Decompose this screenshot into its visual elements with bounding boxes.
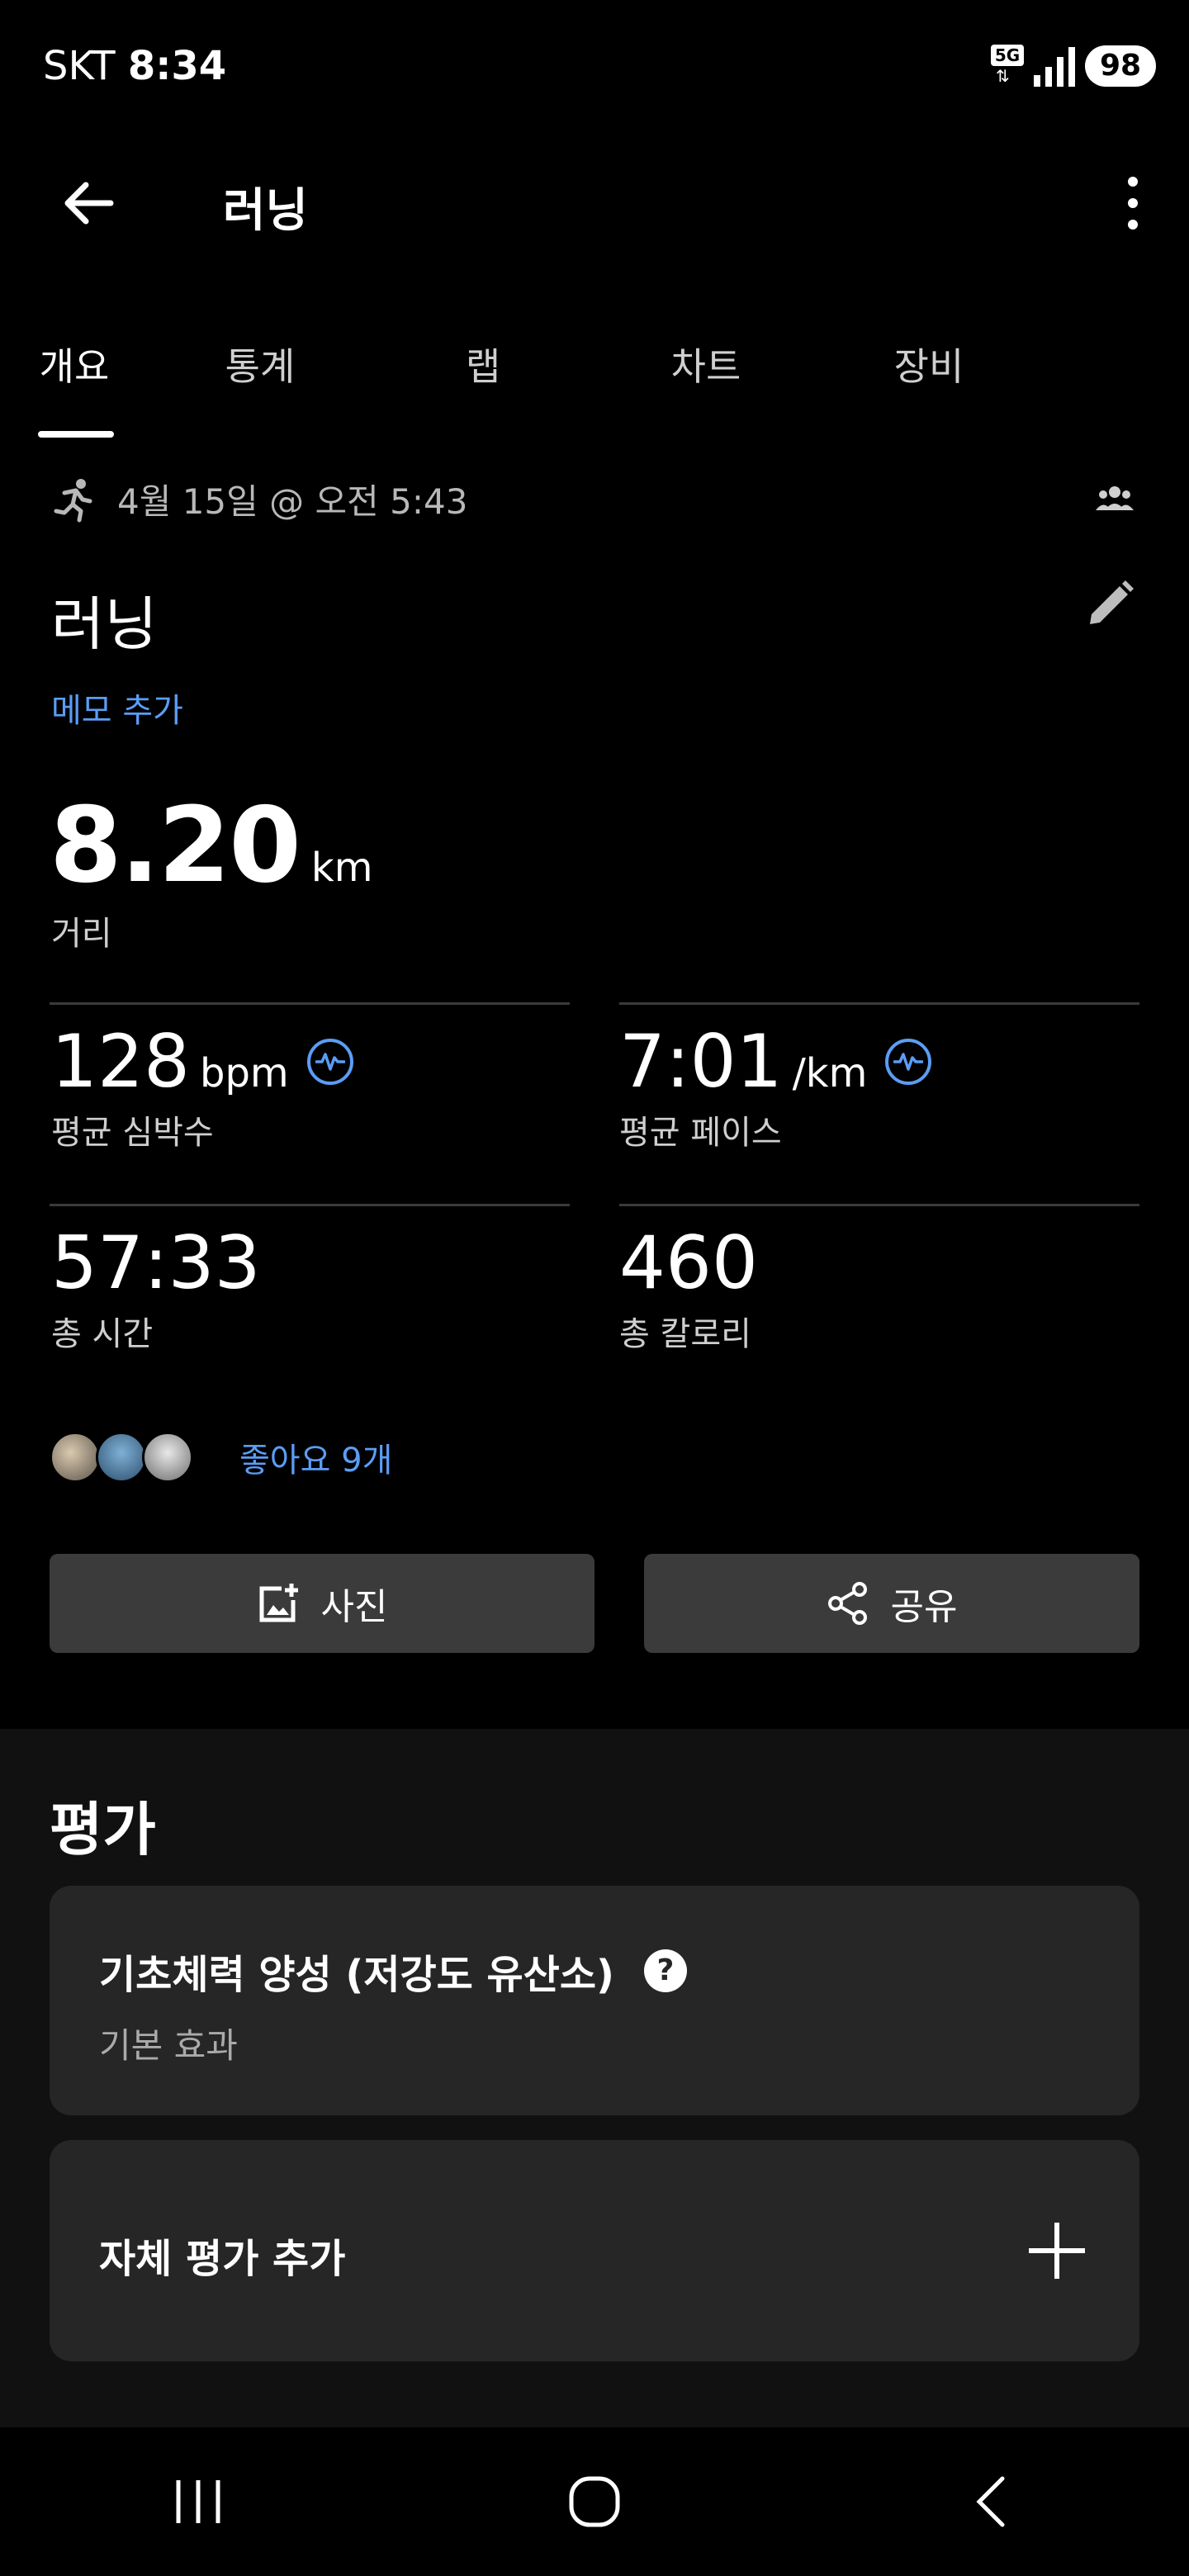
add-photo-button[interactable]: 사진 [50,1554,594,1653]
arrow-left-icon [64,182,114,225]
avg-pace-metric[interactable]: 7:01 /km 평균 페이스 [619,1019,1139,1153]
share-icon [827,1582,867,1625]
avatar [142,1432,193,1483]
metric-label: 평균 심박수 [51,1114,214,1152]
metric-value: 7:01 [619,1019,783,1104]
total-calories-metric: 460 총 칼로리 [619,1220,1139,1355]
distance-number: 8.20 [50,784,301,906]
network-5g-icon: 5G ⇅ [991,45,1024,88]
more-dot-icon [1128,220,1138,230]
tab-stats[interactable]: 통계 [149,322,372,438]
tab-overview[interactable]: 개요 [0,322,149,438]
back-button[interactable] [50,165,126,241]
heart-rate-icon [306,1038,353,1085]
self-evaluation-label: 자체 평가 추가 [99,2236,346,2282]
metric-value: 57:33 [51,1220,261,1305]
divider [619,1204,1139,1206]
metric-value: 460 [619,1220,758,1305]
avatar [96,1432,147,1483]
recent-apps-button[interactable] [116,2444,281,2559]
distance-value: 8.20 km [50,784,372,906]
metric-value: 128 [51,1019,190,1104]
tab-laps[interactable]: 랩 [372,322,594,438]
total-time-metric: 57:33 총 시간 [51,1220,571,1355]
activity-date: 4월 15일 @ 오전 5:43 [117,481,468,522]
clock: 8:34 [127,43,227,89]
status-carrier-time: SKT 8:34 [43,43,226,89]
training-effect-title-row: 기초체력 양성 (저강도 유산소) ? [99,1942,687,2000]
likes-count[interactable]: 좋아요 9개 [239,1433,392,1481]
more-dot-icon [1128,177,1138,187]
divider [619,1002,1139,1005]
page-title: 러닝 [223,184,309,238]
more-options-button[interactable] [1113,165,1153,241]
more-dot-icon [1128,198,1138,208]
edit-pencil-icon[interactable] [1083,578,1136,634]
system-back-button[interactable] [908,2444,1073,2559]
metric-label: 총 시간 [51,1315,154,1353]
add-photo-icon [259,1584,298,1622]
chevron-left-icon [976,2476,1005,2527]
avg-heart-rate-metric[interactable]: 128 bpm 평균 심박수 [51,1019,571,1153]
metric-label: 총 칼로리 [619,1315,751,1353]
recent-apps-icon [176,2480,220,2523]
activity-name: 러닝 [51,590,158,658]
battery-indicator: 98 [1085,45,1156,87]
carrier: SKT [43,43,116,89]
tab-gear[interactable]: 장비 [817,322,1040,438]
metric-label: 평균 페이스 [619,1114,782,1152]
group-icon[interactable] [1095,484,1135,517]
help-icon[interactable]: ? [643,1949,687,1992]
distance-unit: km [310,845,373,891]
home-button[interactable] [512,2444,677,2559]
tab-bar: 개요 통계 랩 차트 장비 [0,322,1189,438]
distance-label: 거리 [51,915,112,953]
training-effect-subtitle: 기본 효과 [99,2025,238,2066]
system-nav-bar [0,2427,1189,2576]
heart-rate-icon [885,1038,932,1085]
running-icon [54,478,92,522]
status-icons: 5G ⇅ 98 [991,43,1156,89]
avatar [50,1432,101,1483]
add-photo-label: 사진 [320,1586,388,1628]
evaluation-title: 평가 [50,1796,156,1863]
home-icon [569,2476,620,2527]
metric-unit: /km [792,1050,868,1096]
likes-row[interactable]: 좋아요 9개 [50,1432,392,1483]
plus-icon[interactable] [1024,2218,1090,2284]
tab-charts[interactable]: 차트 [594,322,817,438]
share-label: 공유 [890,1586,958,1628]
training-effect-card: 기초체력 양성 (저강도 유산소) ? 기본 효과 [50,1886,1139,2115]
signal-icon [1034,45,1075,87]
activity-date-row: 4월 15일 @ 오전 5:43 [51,474,467,524]
self-evaluation-card[interactable]: 자체 평가 추가 [50,2140,1139,2361]
status-bar: SKT 8:34 5G ⇅ 98 [0,0,1189,132]
metric-unit: bpm [199,1050,289,1096]
divider [50,1204,570,1206]
share-button[interactable]: 공유 [644,1554,1139,1653]
training-effect-title: 기초체력 양성 (저강도 유산소) [99,1952,614,1998]
divider [50,1002,570,1005]
add-memo-link[interactable]: 메모 추가 [51,684,183,732]
